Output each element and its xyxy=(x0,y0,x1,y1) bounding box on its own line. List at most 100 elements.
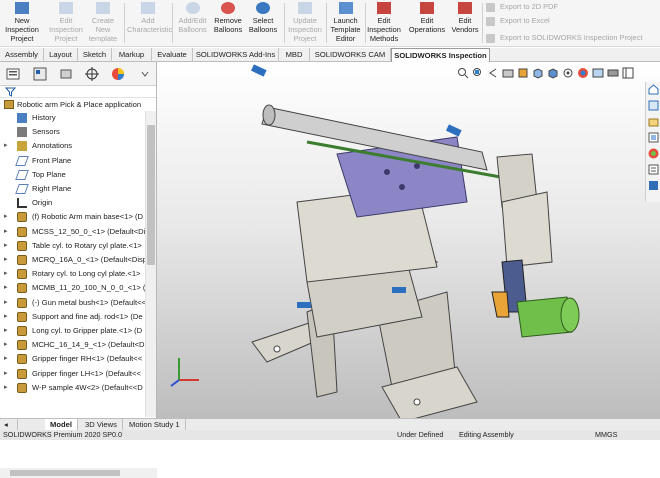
create-new-template-button[interactable]: Create New template xyxy=(86,2,120,46)
tab-layout[interactable]: Layout xyxy=(44,48,78,62)
display-manager-tab-icon[interactable] xyxy=(111,67,125,81)
display-style-icon[interactable] xyxy=(547,67,559,79)
tree-item[interactable]: ▸ MCSS_12_50_0_<1> (Default<Disp xyxy=(0,225,145,239)
expand-arrow-icon[interactable]: ▸ xyxy=(4,225,12,239)
tree-item[interactable]: ▸ MCHC_16_14_9_<1> (Default<Dis xyxy=(0,338,145,352)
bolt-head xyxy=(384,169,390,175)
export-inspection-project-button[interactable]: Export to SOLIDWORKS Inspection Project xyxy=(486,32,643,44)
launch-template-editor-button[interactable]: Launch Template Editor xyxy=(329,2,362,46)
custom-properties-icon[interactable] xyxy=(648,164,659,175)
appearances-icon[interactable] xyxy=(648,148,659,159)
scrollbar-thumb[interactable] xyxy=(147,125,155,265)
air-fitting xyxy=(297,302,311,308)
inspection-pane-icon[interactable] xyxy=(648,180,659,191)
button-label: Edit Inspection Project xyxy=(49,16,83,43)
view-orientation-icon[interactable] xyxy=(532,67,544,79)
export-2d-pdf-button[interactable]: Export to 2D PDF xyxy=(486,1,558,13)
expand-arrow-icon[interactable]: ▸ xyxy=(4,281,12,295)
tree-item[interactable]: ▸ (f) Robotic Arm main base<1> (D xyxy=(0,210,145,224)
edit-appearance-icon[interactable] xyxy=(577,67,589,79)
filter-icon[interactable] xyxy=(4,87,17,97)
expand-arrow-icon[interactable]: ▸ xyxy=(4,310,12,324)
robotic-arm-model[interactable] xyxy=(157,62,660,418)
status-units[interactable]: MMGS xyxy=(595,430,617,440)
tab-3d-views[interactable]: 3D Views xyxy=(80,419,123,430)
tab-solidworks-inspection[interactable]: SOLIDWORKS Inspection xyxy=(391,48,490,62)
tree-item[interactable]: Origin xyxy=(0,196,145,210)
tree-item[interactable]: Front Plane xyxy=(0,154,145,168)
previous-view-icon[interactable] xyxy=(487,67,499,79)
expand-arrow-icon[interactable]: ▸ xyxy=(4,139,12,153)
section-view-icon[interactable] xyxy=(502,67,514,79)
tab-assembly[interactable]: Assembly xyxy=(0,48,44,62)
tab-markup[interactable]: Markup xyxy=(112,48,152,62)
solidworks-resources-icon[interactable] xyxy=(648,84,659,95)
tab-model[interactable]: Model xyxy=(45,419,78,430)
view-palette-icon[interactable] xyxy=(648,132,659,143)
tree-item[interactable]: ▸ MCMB_11_20_100_N_0_0_<1> (D xyxy=(0,281,145,295)
tree-item[interactable]: ▸ (-) Gun metal bush<1> (Default<< xyxy=(0,296,145,310)
expand-arrow-icon[interactable]: ▸ xyxy=(4,267,12,281)
tree-horizontal-scrollbar[interactable] xyxy=(0,468,157,478)
display-pane-icon[interactable] xyxy=(622,67,634,79)
expand-arrow-icon[interactable]: ▸ xyxy=(4,324,12,338)
zoom-to-area-icon[interactable] xyxy=(472,67,484,79)
tab-scroll-left-icon[interactable]: ◂ xyxy=(4,419,18,430)
edit-vendors-button[interactable]: Edit Vendors xyxy=(449,2,481,46)
tab-mbd[interactable]: MBD xyxy=(279,48,310,62)
tree-item[interactable]: Sensors xyxy=(0,125,145,139)
expand-arrow-icon[interactable]: ▸ xyxy=(4,338,12,352)
scrollbar-thumb[interactable] xyxy=(10,470,120,476)
tree-item[interactable]: Right Plane xyxy=(0,182,145,196)
remove-balloons-button[interactable]: Remove Balloons xyxy=(212,2,244,46)
tab-motion-study[interactable]: Motion Study 1 xyxy=(124,419,186,430)
design-library-icon[interactable] xyxy=(648,100,659,111)
tree-item[interactable]: ▸ Annotations xyxy=(0,139,145,153)
expand-arrow-icon[interactable]: ▸ xyxy=(4,352,12,366)
apply-scene-icon[interactable] xyxy=(592,67,604,79)
tab-solidworks-add-ins[interactable]: SOLIDWORKS Add-Ins xyxy=(193,48,279,62)
reference-triad xyxy=(170,358,199,387)
tree-vertical-scrollbar[interactable] xyxy=(145,111,156,417)
expand-arrow-icon[interactable]: ▸ xyxy=(4,210,12,224)
tree-item[interactable]: ▸ Gripper finger RH<1> (Default<< xyxy=(0,352,145,366)
tab-sketch[interactable]: Sketch xyxy=(78,48,112,62)
expand-arrow-icon[interactable]: ▸ xyxy=(4,253,12,267)
tree-item[interactable]: Top Plane xyxy=(0,168,145,182)
tab-solidworks-cam[interactable]: SOLIDWORKS CAM xyxy=(310,48,391,62)
expand-arrow-icon[interactable]: ▸ xyxy=(4,381,12,395)
dynamic-annotation-icon[interactable] xyxy=(517,67,529,79)
add-edit-balloons-button[interactable]: Add/Edit Balloons xyxy=(175,2,210,46)
expand-arrow-icon[interactable]: ▸ xyxy=(4,239,12,253)
edit-inspection-methods-button[interactable]: Edit Inspection Methods xyxy=(367,2,401,46)
zoom-to-fit-icon[interactable] xyxy=(457,67,469,79)
feature-manager-tab-icon[interactable] xyxy=(6,67,20,81)
update-inspection-project-button[interactable]: Update Inspection Project xyxy=(287,2,323,46)
graphics-area[interactable] xyxy=(157,62,660,418)
edit-operations-button[interactable]: Edit Operations xyxy=(405,2,449,46)
tree-item[interactable]: History xyxy=(0,111,145,125)
tab-evaluate[interactable]: Evaluate xyxy=(152,48,193,62)
expand-arrow-icon[interactable]: ▸ xyxy=(4,296,12,310)
property-manager-tab-icon[interactable] xyxy=(33,67,47,81)
tree-root[interactable]: Robotic arm Pick & Place application xyxy=(0,98,145,111)
expand-panel-icon[interactable] xyxy=(140,67,150,81)
tree-item[interactable]: ▸ Gripper finger LH<1> (Default<< xyxy=(0,367,145,381)
new-inspection-project-button[interactable]: New Inspection Project xyxy=(3,2,41,46)
tree-item[interactable]: ▸ Support and fine adj. rod<1> (De xyxy=(0,310,145,324)
select-balloons-button[interactable]: Select Balloons xyxy=(246,2,280,46)
tree-item[interactable]: ▸ MCRQ_16A_0_<1> (Default<Disp xyxy=(0,253,145,267)
dimxpert-manager-tab-icon[interactable] xyxy=(85,67,99,81)
tree-item[interactable]: ▸ W-P sample 4W<2> (Default<<D xyxy=(0,381,145,395)
edit-inspection-project-button[interactable]: Edit Inspection Project xyxy=(47,2,85,46)
file-explorer-icon[interactable] xyxy=(648,116,659,127)
export-excel-button[interactable]: Export to Excel xyxy=(486,15,550,27)
add-characteristic-button[interactable]: Add Characteristic xyxy=(127,2,172,46)
view-settings-icon[interactable] xyxy=(607,67,619,79)
tree-item[interactable]: ▸ Long cyl. to Gripper plate.<1> (D xyxy=(0,324,145,338)
hide-show-items-icon[interactable] xyxy=(562,67,574,79)
configuration-manager-tab-icon[interactable] xyxy=(59,67,73,81)
tree-item[interactable]: ▸ Table cyl. to Rotary cyl plate.<1> xyxy=(0,239,145,253)
expand-arrow-icon[interactable]: ▸ xyxy=(4,367,12,381)
tree-item[interactable]: ▸ Rotary cyl. to Long cyl plate.<1> xyxy=(0,267,145,281)
